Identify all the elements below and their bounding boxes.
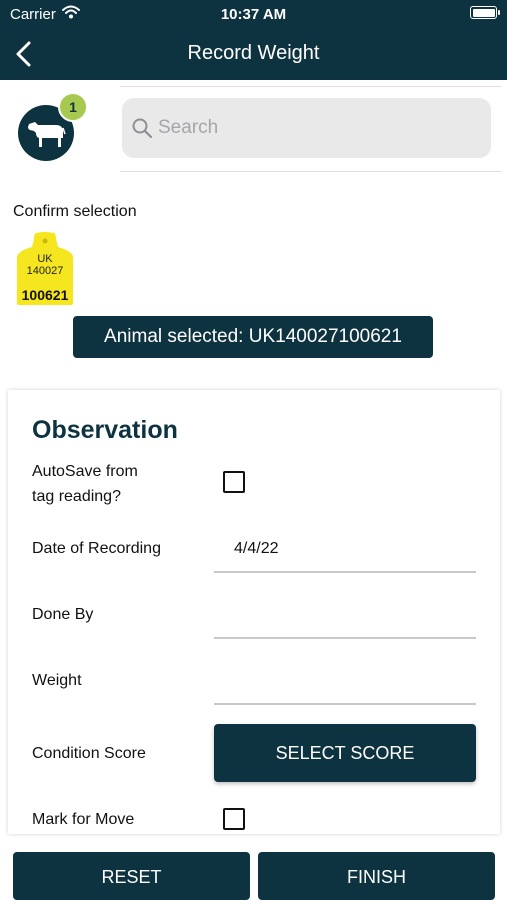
search-divider-bottom <box>120 171 501 172</box>
animal-selected-banner: Animal selected: UK140027100621 <box>73 316 433 358</box>
autosave-label-line2: tag reading? <box>32 488 121 505</box>
date-of-recording-label: Date of Recording <box>32 540 161 557</box>
status-time: 10:37 AM <box>220 6 287 23</box>
selection-count-badge: 1 <box>58 92 88 122</box>
tag-herd-number: 140027 <box>26 265 64 277</box>
done-by-field-underline <box>214 637 476 639</box>
tag-animal-number: 100621 <box>21 287 69 303</box>
reset-button[interactable]: RESET <box>13 852 250 900</box>
battery-icon <box>470 6 500 19</box>
mark-for-move-checkbox[interactable] <box>223 808 245 830</box>
observation-title: Observation <box>32 416 178 444</box>
done-by-label: Done By <box>32 606 94 623</box>
confirm-selection-label: Confirm selection <box>13 203 137 220</box>
tag-country: UK <box>37 253 53 265</box>
date-of-recording-field[interactable]: 4/4/22 <box>234 540 278 558</box>
finish-button[interactable]: FINISH <box>258 852 495 900</box>
page-title: Record Weight <box>187 42 320 64</box>
search-input[interactable]: Search <box>122 98 491 158</box>
ear-tag[interactable]: UK 140027 100621 <box>16 231 74 305</box>
cow-icon <box>28 122 66 147</box>
search-icon <box>132 118 153 143</box>
search-placeholder: Search <box>158 117 219 138</box>
search-divider-top <box>120 86 501 87</box>
autosave-label: AutoSave from tag reading? <box>32 459 138 509</box>
mark-for-move-label: Mark for Move <box>32 811 135 828</box>
autosave-checkbox[interactable] <box>223 471 245 493</box>
weight-label: Weight <box>32 672 82 689</box>
status-bar: Carrier 10:37 AM <box>0 0 507 28</box>
condition-score-label: Condition Score <box>32 745 146 762</box>
select-score-button[interactable]: SELECT SCORE <box>214 724 476 782</box>
weight-field-underline <box>214 703 476 705</box>
autosave-label-line1: AutoSave from <box>32 463 138 480</box>
nav-bar: Record Weight <box>0 28 507 80</box>
date-field-underline <box>214 571 476 573</box>
